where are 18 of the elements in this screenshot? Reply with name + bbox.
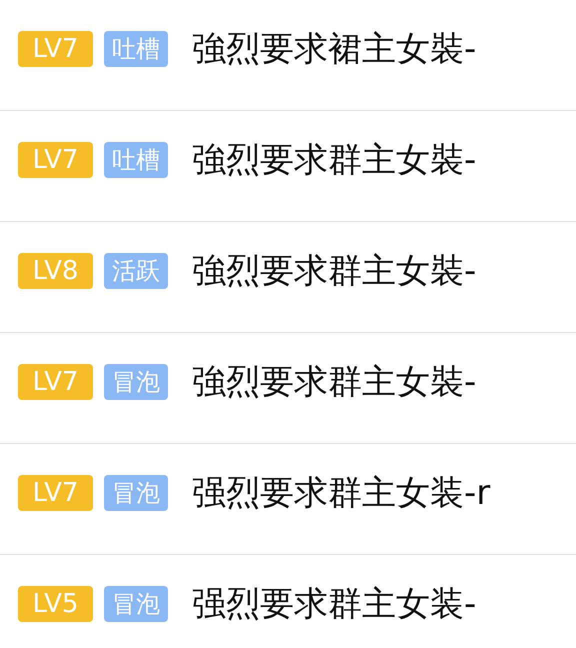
post-title[interactable]: 强烈要求群主女装-r [192,476,490,510]
level-badge: LV7 [18,364,93,400]
level-badge: LV8 [18,253,93,289]
tag-badge: 吐槽 [104,142,168,178]
post-title[interactable]: 強烈要求群主女裝- [192,254,476,288]
level-badge: LV7 [18,31,93,67]
tag-badge: 活跃 [104,253,168,289]
post-title[interactable]: 強烈要求裙主女裝- [192,32,476,66]
level-badge: LV7 [18,475,93,511]
tag-badge: 冒泡 [104,364,168,400]
level-badge: LV7 [18,142,93,178]
tag-badge: 冒泡 [104,586,168,622]
post-title[interactable]: 強烈要求群主女裝- [192,143,476,177]
post-title[interactable]: 強烈要求群主女裝- [192,365,476,399]
tag-badge: 吐槽 [104,31,168,67]
tag-badge: 冒泡 [104,475,168,511]
level-badge: LV5 [18,586,93,622]
post-title[interactable]: 强烈要求群主女装- [192,587,476,621]
